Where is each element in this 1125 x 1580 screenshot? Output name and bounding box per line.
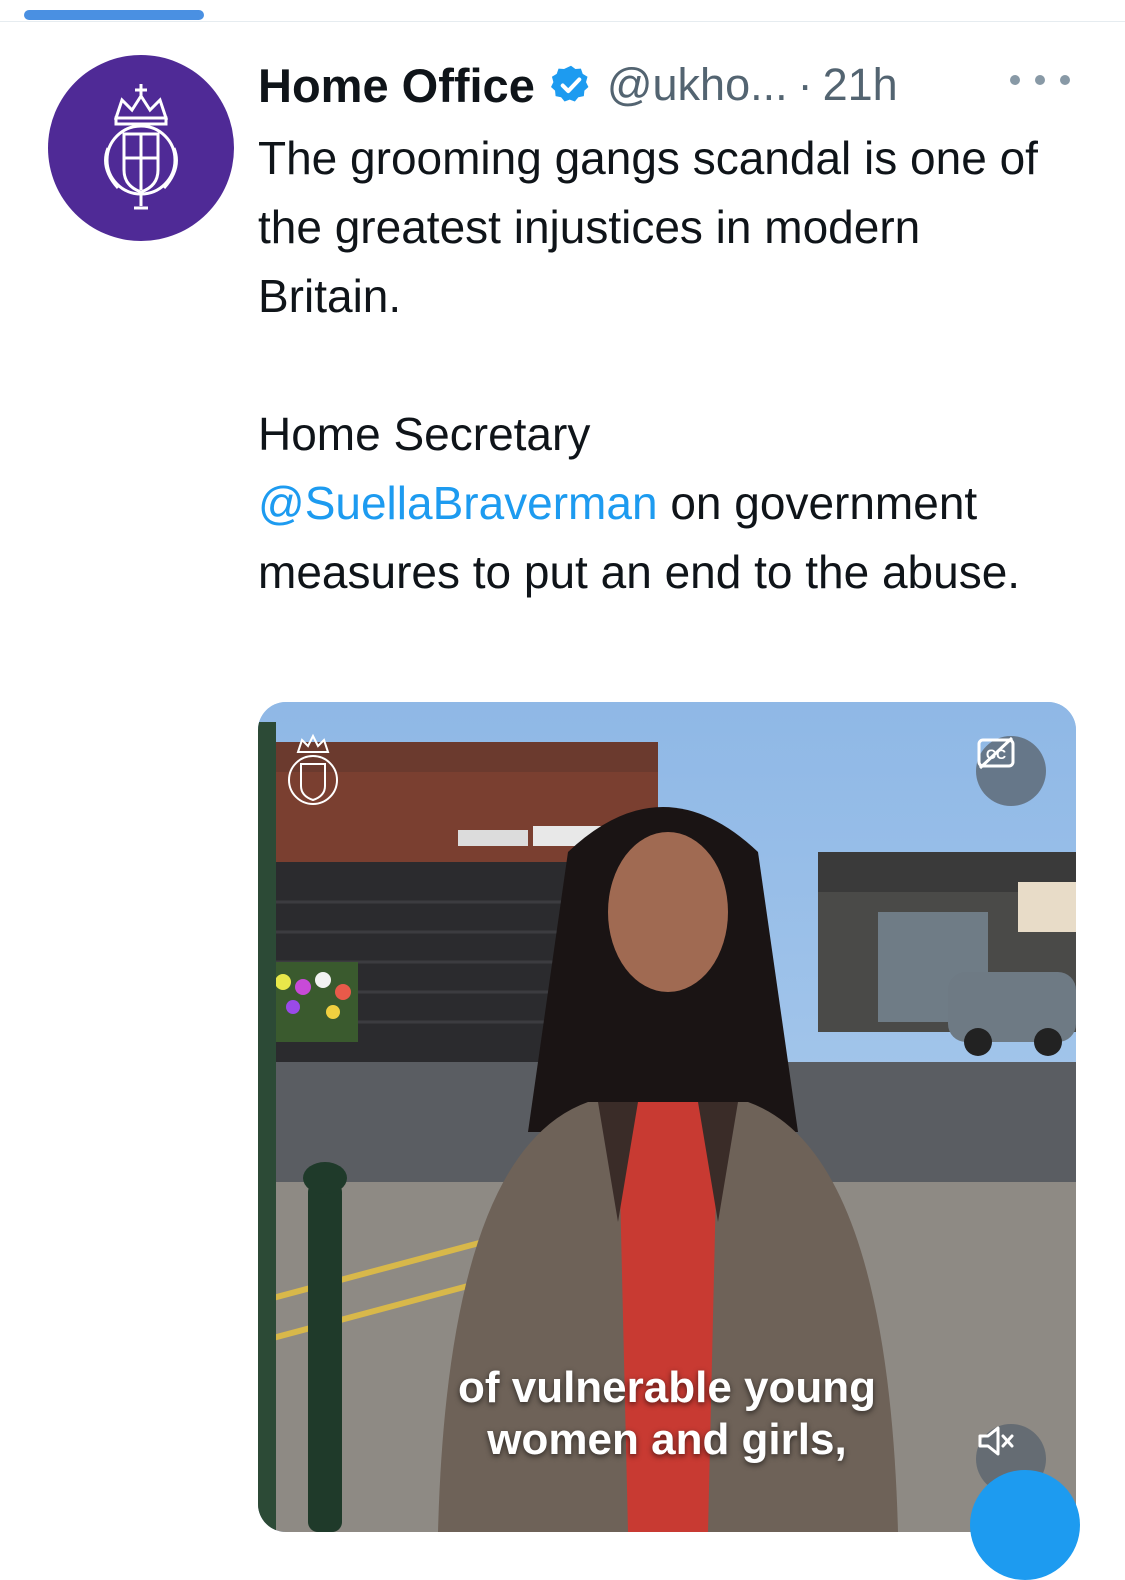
mention-link[interactable]: @SuellaBraverman [258, 477, 658, 529]
tweet-paragraph-1: The grooming gangs scandal is one of the… [258, 132, 1038, 322]
closed-captions-icon[interactable]: CC [976, 736, 1046, 806]
text-prefix: Home Secretary [258, 408, 591, 460]
compose-button[interactable] [970, 1470, 1080, 1580]
royal-crest-icon [104, 84, 178, 210]
video-player[interactable]: CC of vulnerable young women and girls, [258, 702, 1076, 1532]
timestamp[interactable]: 21h [823, 59, 898, 111]
tweet-paragraph-2: Home Secretary @SuellaBraverman on govern… [258, 400, 1058, 607]
caption-line-1: of vulnerable young [457, 1363, 877, 1412]
top-divider [0, 21, 1125, 22]
tweet-text: The grooming gangs scandal is one of the… [258, 124, 1058, 607]
tweet-header: Home Office @ukho... · 21h [258, 50, 1085, 120]
avatar[interactable] [48, 55, 234, 241]
display-name[interactable]: Home Office [258, 58, 535, 113]
separator-dot: · [797, 59, 813, 110]
caption-line-2: women and girls, [487, 1415, 847, 1464]
user-handle[interactable]: @ukho... [607, 59, 788, 111]
verified-badge-icon [549, 63, 593, 107]
more-options-icon[interactable] [1010, 60, 1070, 100]
video-caption: of vulnerable young women and girls, [258, 1362, 1076, 1466]
top-tab-indicator [24, 10, 204, 20]
